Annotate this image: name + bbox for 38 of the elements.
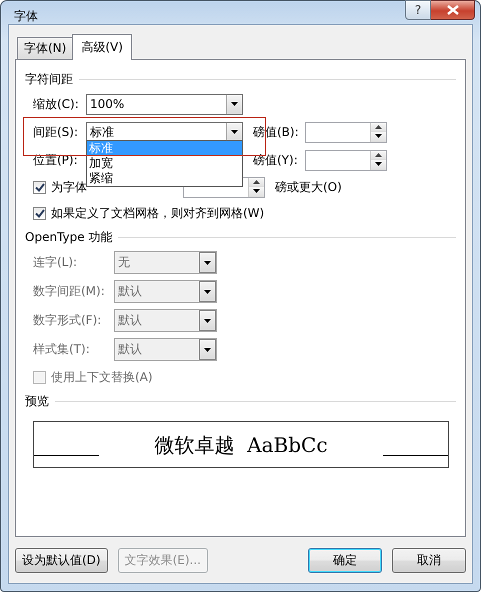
scale-combo[interactable]: 100% [86, 94, 243, 114]
dialog-button[interactable]: 取消 [392, 548, 466, 572]
checkbox-label: 为字体 [51, 180, 88, 194]
checkbox-label: 使用上下文替换(A) [51, 370, 153, 384]
spin-down-icon[interactable] [371, 160, 386, 170]
window-title: 字体 [13, 8, 38, 24]
field-label: 样式集(T): [33, 342, 91, 357]
dropdown-option[interactable]: 加宽 [87, 156, 242, 171]
spin-down-icon[interactable] [249, 187, 264, 196]
close-icon[interactable] [446, 5, 458, 15]
checkbox[interactable] [33, 180, 46, 194]
section-title: 预览 [25, 394, 49, 408]
field-label: 数字形式(F): [33, 313, 102, 328]
checkbox-label: 如果定义了文档网格，则对齐到网格(W) [51, 206, 264, 220]
spacing-combo[interactable]: 标准 [86, 122, 243, 142]
section-title: OpenType 功能 [25, 230, 112, 244]
spin-up-icon[interactable] [371, 122, 386, 132]
dialog-button[interactable]: 设为默认值(D) [15, 548, 108, 572]
tab[interactable]: 高级(V) [72, 34, 132, 60]
dialog-button[interactable]: 确定 [308, 548, 382, 572]
close-button[interactable] [431, 0, 475, 20]
field-label: 间距(S): [33, 124, 80, 140]
field-label: 磅值(B): [253, 124, 300, 140]
tab[interactable]: 字体(N) [17, 37, 74, 59]
field-label: 连字(L): [33, 255, 78, 270]
section-title: 字符间距 [25, 72, 73, 86]
spin-down-icon[interactable] [371, 132, 386, 142]
checkbox[interactable] [33, 206, 46, 220]
dropdown-option[interactable]: 紧缩 [87, 171, 242, 186]
preview-text: 微软卓越 AaBbCc [154, 432, 328, 456]
field-label: 缩放(C): [33, 96, 80, 112]
help-button[interactable]: ? [405, 0, 431, 20]
spin-field[interactable] [305, 150, 387, 170]
field-label: 磅或更大(O) [275, 180, 342, 194]
spin-field[interactable] [305, 122, 387, 142]
spin-up-icon[interactable] [371, 150, 386, 160]
field-label: 数字间距(M): [33, 284, 106, 299]
spin-up-icon[interactable] [249, 178, 264, 187]
